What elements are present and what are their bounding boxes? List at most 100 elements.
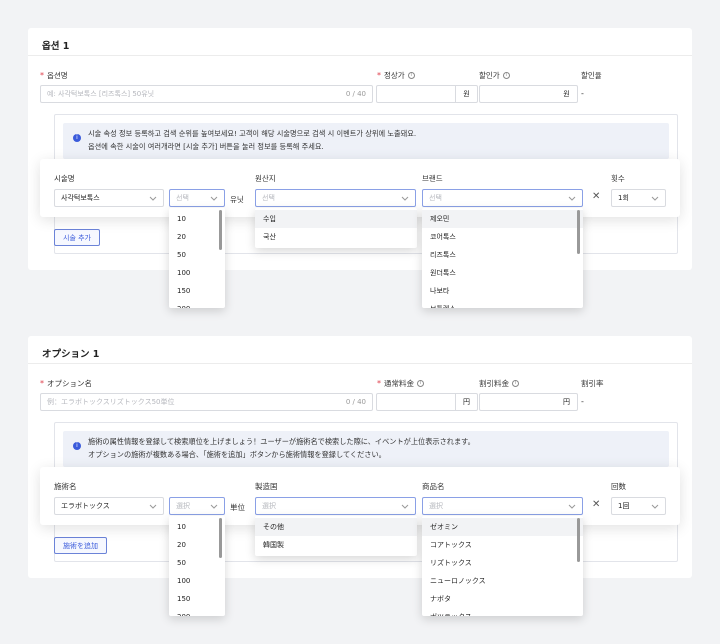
count-select[interactable]: 1回	[611, 497, 666, 515]
brand-placeholder: 選択	[429, 502, 443, 510]
unit-select-placeholder: 선택	[176, 194, 189, 202]
brand-label: 商品名	[422, 482, 445, 491]
regular-price-input[interactable]	[376, 85, 456, 103]
treatment-name-value: 사각턱보톡스	[61, 194, 100, 202]
regular-price-label: * 通常料金 i	[377, 378, 424, 389]
treatment-name-value: エラボトックス	[61, 502, 110, 510]
discount-price-label: 할인가 i	[479, 70, 510, 81]
chevron-down-icon	[149, 504, 157, 509]
dropdown-option[interactable]: 韓国製	[255, 536, 417, 554]
dropdown-option[interactable]: 수입	[255, 210, 417, 228]
regular-price-input[interactable]	[376, 393, 456, 411]
brand-label: 브랜드	[422, 174, 443, 183]
brand-placeholder: 선택	[429, 194, 442, 202]
option-name-placeholder: 예: 사각턱보톡스 [리즈톡스] 50유닛	[47, 90, 155, 98]
option-name-input[interactable]: 例：エラボトックスリズトックス50単位 0 / 40	[40, 393, 373, 411]
dropdown-option[interactable]: ナボタ	[422, 590, 583, 608]
dropdown-option[interactable]: 20	[169, 228, 225, 246]
regular-price-label-text: 정상가	[384, 71, 405, 80]
dropdown-option[interactable]: 50	[169, 246, 225, 264]
chevron-down-icon	[401, 196, 409, 201]
dropdown-option[interactable]: 20	[169, 536, 225, 554]
scrollbar[interactable]	[219, 518, 222, 558]
add-treatment-button[interactable]: 施術を追加	[54, 537, 107, 554]
origin-select[interactable]: 선택	[255, 189, 416, 207]
dropdown-option[interactable]: 코어톡스	[422, 228, 583, 246]
info-icon[interactable]: i	[417, 380, 424, 387]
scrollbar[interactable]	[577, 210, 580, 254]
dropdown-option[interactable]: 150	[169, 282, 225, 300]
dropdown-option[interactable]: 150	[169, 590, 225, 608]
info-icon[interactable]: i	[512, 380, 519, 387]
discount-price-input[interactable]	[479, 393, 557, 411]
origin-select[interactable]: 選択	[255, 497, 416, 515]
dropdown-option[interactable]: 국산	[255, 228, 417, 246]
option-name-label-text: オプション名	[47, 379, 92, 388]
info-icon[interactable]: i	[407, 72, 415, 79]
origin-dropdown: その他 韓国製	[255, 516, 417, 556]
notice-line: オプションの施術が複数ある場合、「施術を追加」ボタンから施術情報を登録してくださ…	[88, 450, 386, 459]
option-name-label: * 옵션명	[40, 70, 68, 81]
required-mark: *	[40, 71, 44, 80]
brand-select[interactable]: 선택	[422, 189, 583, 207]
discount-price-input[interactable]	[479, 85, 557, 103]
notice-box: i 施術の属性情報を登録して検索順位を上げましょう！ユーザーが施術名で検索した際…	[63, 431, 669, 467]
discount-rate-label: 할인율	[581, 71, 602, 80]
treatment-name-select[interactable]: エラボトックス	[54, 497, 164, 515]
required-mark: *	[377, 379, 381, 388]
treatment-name-label: 施術名	[54, 482, 77, 491]
dropdown-option[interactable]: 200	[169, 300, 225, 308]
dropdown-option[interactable]: 200	[169, 608, 225, 616]
unit-select[interactable]: 選択	[169, 497, 225, 515]
regular-price-unit: 円	[456, 393, 478, 411]
scrollbar[interactable]	[577, 518, 580, 562]
dropdown-option[interactable]: 10	[169, 210, 225, 228]
count-value: 1회	[618, 194, 629, 202]
info-icon[interactable]: i	[502, 72, 510, 79]
dropdown-option[interactable]: 100	[169, 572, 225, 590]
count-value: 1回	[618, 502, 630, 510]
origin-placeholder: 選択	[262, 502, 276, 510]
unit-select-placeholder: 選択	[176, 502, 190, 510]
option-title: 옵션 1	[42, 41, 70, 52]
dropdown-option[interactable]: 보튤렉스	[422, 300, 583, 308]
add-treatment-button[interactable]: 시술 추가	[54, 229, 100, 246]
origin-label: 원산지	[255, 174, 276, 183]
discount-rate-value: -	[581, 89, 584, 98]
required-mark: *	[40, 379, 44, 388]
dropdown-option[interactable]: 100	[169, 264, 225, 282]
divider	[28, 363, 692, 364]
dropdown-option[interactable]: コアトックス	[422, 536, 583, 554]
dropdown-option[interactable]: 원더톡스	[422, 264, 583, 282]
unit-select[interactable]: 선택	[169, 189, 225, 207]
chevron-down-icon	[401, 504, 409, 509]
brand-dropdown: ゼオミン コアトックス リズトックス ニューロノックス ナボタ ボツラックス	[422, 516, 583, 616]
dropdown-option[interactable]: ニューロノックス	[422, 572, 583, 590]
scrollbar[interactable]	[219, 210, 222, 250]
dropdown-option[interactable]: 50	[169, 554, 225, 572]
dropdown-option[interactable]: リズトックス	[422, 554, 583, 572]
discount-price-label-text: 割引料金	[479, 379, 509, 388]
count-select[interactable]: 1회	[611, 189, 666, 207]
required-mark: *	[377, 71, 381, 80]
close-icon[interactable]: ✕	[592, 191, 600, 202]
dropdown-option[interactable]: ボツラックス	[422, 608, 583, 616]
brand-select[interactable]: 選択	[422, 497, 583, 515]
option-name-input[interactable]: 예: 사각턱보톡스 [리즈톡스] 50유닛 0 / 40	[40, 85, 373, 103]
unit-suffix: 単位	[230, 503, 245, 512]
origin-placeholder: 선택	[262, 194, 275, 202]
treatment-name-select[interactable]: 사각턱보톡스	[54, 189, 164, 207]
dropdown-option[interactable]: 제오민	[422, 210, 583, 228]
discount-price-unit: 円	[556, 393, 578, 411]
dropdown-option[interactable]: 나보타	[422, 282, 583, 300]
dropdown-option[interactable]: 10	[169, 518, 225, 536]
option-name-label-text: 옵션명	[47, 71, 68, 80]
option-name-label: * オプション名	[40, 378, 92, 389]
regular-price-label-text: 通常料金	[384, 379, 414, 388]
dropdown-option[interactable]: その他	[255, 518, 417, 536]
close-icon[interactable]: ✕	[592, 499, 600, 510]
dropdown-option[interactable]: 리즈톡스	[422, 246, 583, 264]
dropdown-option[interactable]: ゼオミン	[422, 518, 583, 536]
chevron-down-icon	[210, 504, 218, 509]
info-icon: i	[73, 134, 81, 142]
